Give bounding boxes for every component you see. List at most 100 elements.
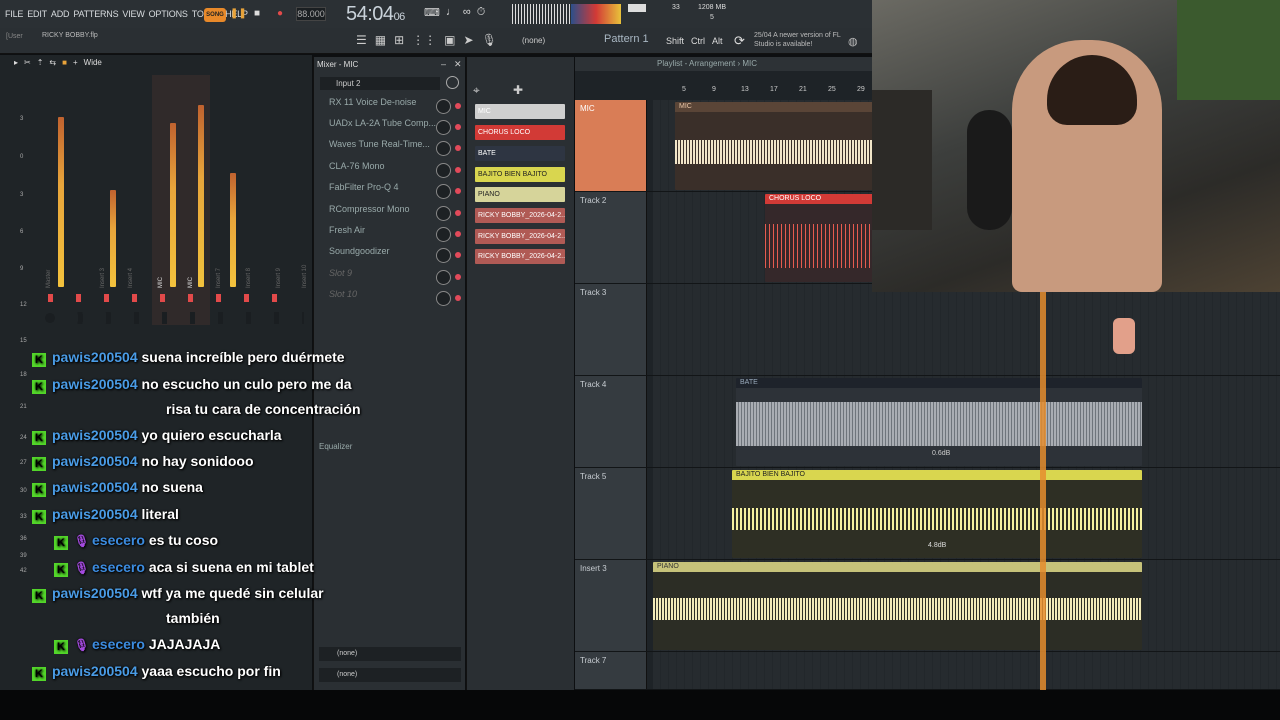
wait-icon[interactable]: ∞ [463,6,471,22]
menu-file[interactable]: FILE [5,9,23,19]
track-header[interactable]: Insert 3 [575,560,647,651]
slot-enable-led[interactable] [455,231,461,237]
slot-enable-led[interactable] [455,188,461,194]
playhead-marker[interactable] [1040,290,1046,690]
slot-enable-led[interactable] [455,124,461,130]
slot-enable-led[interactable] [455,252,461,258]
close-icon[interactable]: ✕ [454,59,462,70]
arrow-icon[interactable]: ➤ [464,33,474,47]
pattern-tool-icon[interactable]: ⌖ [473,83,480,98]
chat-user[interactable]: pawis200504 [52,376,138,392]
mixer-tools-icon[interactable]: ✂ [24,58,31,67]
piano-roll-icon[interactable]: ▦ [375,33,386,47]
chat-user[interactable]: pawis200504 [52,427,138,443]
pan-knobs[interactable] [44,312,304,324]
effect-slot-10[interactable]: Slot 10 [319,289,465,309]
pattern-item-audio-3[interactable]: RICKY BOBBY_2026-04-2... [475,249,565,264]
minimize-icon[interactable]: – [441,59,446,69]
countdown-icon[interactable]: ⏱ [477,6,486,22]
latency-icon[interactable] [446,76,459,89]
input-selector[interactable]: Input 2 [320,77,440,90]
timeline-ruler[interactable]: 5 9 13 17 21 25 29 [652,86,872,98]
channel-label-mic-2[interactable]: MIC [188,277,194,288]
pattern-none[interactable]: (none) [522,36,545,45]
stop-icon[interactable]: ■ [251,8,263,20]
menu-view[interactable]: VIEW [122,9,144,19]
effect-slot-1[interactable]: RX 11 Voice De-noise [319,97,465,117]
chat-user[interactable]: esecero [92,532,145,548]
mixer-view-mode[interactable]: Wide [84,58,102,67]
mix-knob[interactable] [436,163,451,178]
mix-knob[interactable] [436,184,451,199]
channel-label-mic[interactable]: MIC [158,277,164,288]
chat-user[interactable]: pawis200504 [52,506,138,522]
effect-slot-7[interactable]: Fresh Air [319,225,465,245]
slot-enable-led[interactable] [455,210,461,216]
send-selector-2[interactable]: (none) [319,668,461,682]
master-volume[interactable] [628,4,646,12]
track-header[interactable]: MIC [575,100,647,191]
effect-slot-4[interactable]: CLA-76 Mono [319,161,465,181]
clip-bate[interactable]: BATE 0.6dB [736,378,1142,466]
mixer-link-icon[interactable]: ⇆ [49,58,56,67]
effect-slot-5[interactable]: FabFilter Pro-Q 4 [319,182,465,202]
microphone-icon[interactable]: 🎙 [482,33,497,47]
menu-add[interactable]: ADD [51,9,70,19]
mixer-icon[interactable]: ⋮⋮ [412,33,436,47]
mix-knob[interactable] [436,248,451,263]
menu-patterns[interactable]: PATTERNS [73,9,118,19]
slot-enable-led[interactable] [455,145,461,151]
chat-user[interactable]: pawis200504 [52,479,138,495]
pattern-item-bajito[interactable]: BAJITO BIEN BAJITO [475,167,565,182]
clip-bajito[interactable]: BAJITO BIEN BAJITO 4.8dB [732,470,1142,558]
track-header[interactable]: Track 7 [575,652,647,689]
update-icon[interactable]: ⟳ [734,33,745,49]
clip-mic[interactable]: MIC [675,102,875,190]
effect-slot-3[interactable]: Waves Tune Real-Time... [319,139,465,159]
slot-enable-led[interactable] [455,274,461,280]
slot-enable-led[interactable] [455,167,461,173]
track-header[interactable]: Track 3 [575,284,647,375]
shift-key[interactable]: Shift [666,36,684,46]
mixer-arrow-icon[interactable]: ▸ [14,58,18,67]
slot-enable-led[interactable] [455,103,461,109]
mix-knob[interactable] [436,141,451,156]
mix-knob[interactable] [436,291,451,306]
clip-piano[interactable]: PIANO [653,562,1142,650]
pattern-item-mic[interactable]: MIC [475,104,565,119]
effect-slot-8[interactable]: Soundgoodizer [319,246,465,266]
update-notice[interactable]: 25/04 A newer version of FL Studio is av… [754,31,849,49]
track-lane[interactable] [653,284,1280,375]
pattern-item-audio-1[interactable]: RICKY BOBBY_2026-04-2... [475,208,565,223]
menu-edit[interactable]: EDIT [27,9,47,19]
track-header[interactable]: Track 4 [575,376,647,467]
mix-knob[interactable] [436,99,451,114]
effect-slot-2[interactable]: UADx LA-2A Tube Comp... [319,118,465,138]
chat-user[interactable]: pawis200504 [52,349,138,365]
mixer-color-icon[interactable]: ■ [62,58,67,67]
menu-options[interactable]: OPTIONS [149,9,188,19]
record-icon[interactable]: ● [274,8,286,20]
chat-user[interactable]: esecero [92,636,145,652]
pattern-add-icon[interactable]: ✚ [513,83,523,97]
effect-slot-6[interactable]: RCompressor Mono [319,204,465,224]
chat-user[interactable]: pawis200504 [52,663,138,679]
pattern-item-chorus-loco[interactable]: CHORUS LOCO [475,125,565,140]
tempo-display[interactable]: 88.000 [296,7,326,21]
mix-knob[interactable] [436,120,451,135]
clip-chorus-loco[interactable]: CHORUS LOCO [765,194,875,282]
slot-enable-led[interactable] [455,295,461,301]
track-header[interactable]: Track 5 [575,468,647,559]
mixer-add-icon[interactable]: + [73,58,78,67]
metronome-icon[interactable]: ♩ [446,6,457,22]
mix-knob[interactable] [436,206,451,221]
pattern-item-piano[interactable]: PIANO [475,187,565,202]
ctrl-key[interactable]: Ctrl [691,36,705,46]
pause-icon[interactable]: ❚❚ [230,8,247,20]
channel-rack-icon[interactable]: ⊞ [394,33,404,47]
clip-vocal-snippet[interactable] [1113,318,1135,354]
mix-knob[interactable] [436,270,451,285]
effect-slot-9[interactable]: Slot 9 [319,268,465,288]
chat-user[interactable]: pawis200504 [52,453,138,469]
song-mode-button[interactable]: SONG [204,8,226,22]
